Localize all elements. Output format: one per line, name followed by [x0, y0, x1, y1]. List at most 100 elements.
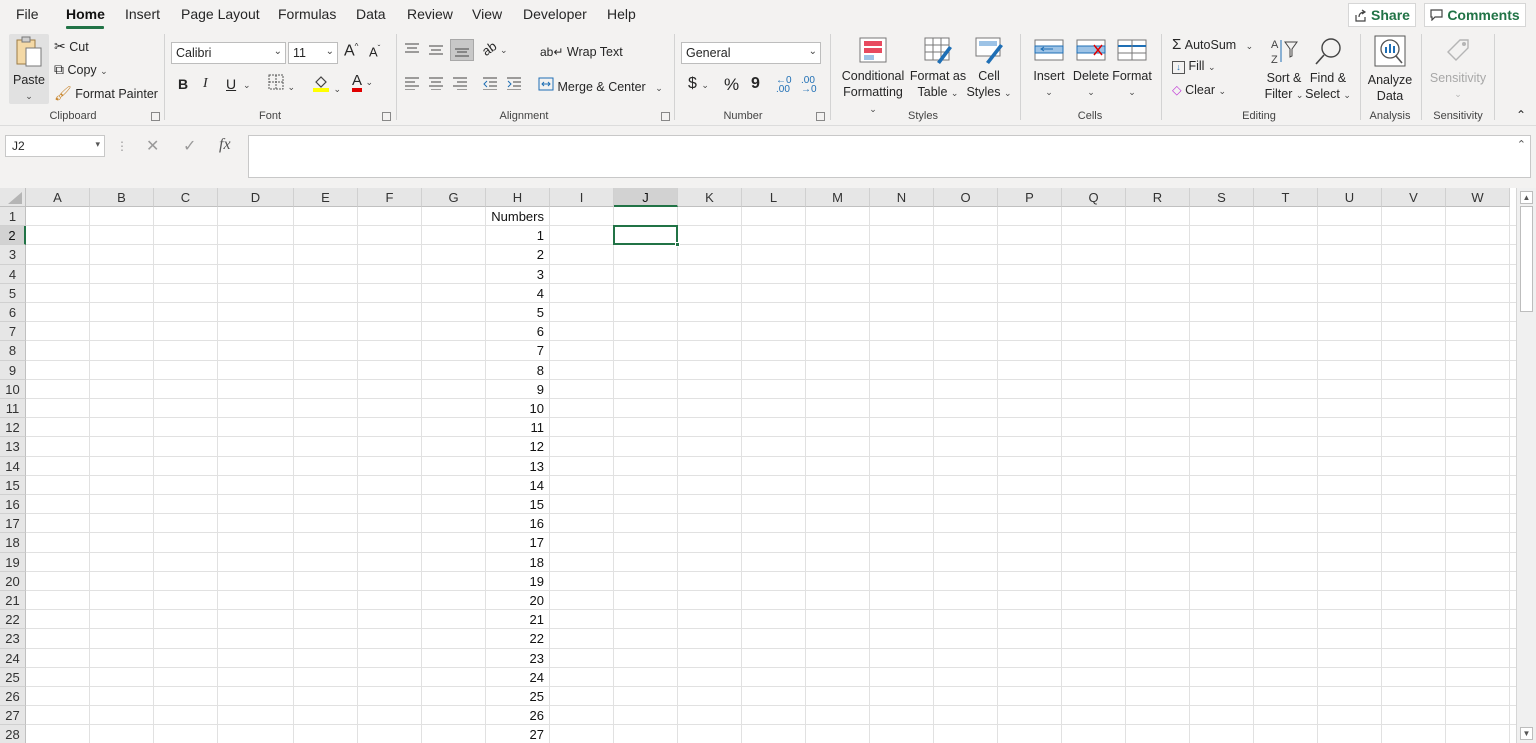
share-button[interactable]: Share [1348, 3, 1416, 27]
column-header-b[interactable]: B [90, 188, 154, 207]
cell-styles-button[interactable]: Cell Styles ⌄ [966, 36, 1012, 101]
row-header-2[interactable]: 2 [0, 226, 26, 245]
row-header-10[interactable]: 10 [0, 380, 26, 399]
column-header-f[interactable]: F [358, 188, 422, 207]
analyze-data-button[interactable]: Analyze Data [1366, 34, 1414, 104]
cell-h12[interactable]: 11 [486, 420, 544, 435]
column-header-n[interactable]: N [870, 188, 934, 207]
row-header-7[interactable]: 7 [0, 322, 26, 341]
row-header-28[interactable]: 28 [0, 725, 26, 743]
conditional-formatting-button[interactable]: Conditional Formatting ⌄ [838, 36, 908, 117]
tab-page-layout[interactable]: Page Layout [181, 6, 260, 22]
row-header-9[interactable]: 9 [0, 361, 26, 380]
align-right-button[interactable] [452, 76, 468, 93]
name-box[interactable]: J2▾ [5, 135, 105, 157]
column-header-g[interactable]: G [422, 188, 486, 207]
font-color-button[interactable]: A ⌄ [352, 73, 373, 92]
row-header-27[interactable]: 27 [0, 706, 26, 725]
decrease-indent-button[interactable] [482, 76, 498, 93]
cell-h7[interactable]: 6 [486, 324, 544, 339]
cut-button[interactable]: ✂ Cut [54, 38, 89, 55]
comma-style-button[interactable]: 9 [751, 75, 760, 93]
tab-home[interactable]: Home [66, 6, 105, 22]
cell-h13[interactable]: 12 [486, 439, 544, 454]
increase-font-button[interactable]: A^ [344, 42, 358, 60]
decrease-decimal-button[interactable]: .00→0 [801, 76, 817, 94]
insert-function-icon[interactable]: fx [219, 136, 231, 154]
row-header-24[interactable]: 24 [0, 649, 26, 668]
row-header-16[interactable]: 16 [0, 495, 26, 514]
tab-insert[interactable]: Insert [125, 6, 160, 22]
cell-h24[interactable]: 23 [486, 651, 544, 666]
tab-developer[interactable]: Developer [523, 6, 587, 22]
row-header-3[interactable]: 3 [0, 245, 26, 264]
sensitivity-button[interactable]: Sensitivity ⌄ [1428, 34, 1488, 102]
row-header-11[interactable]: 11 [0, 399, 26, 418]
row-header-22[interactable]: 22 [0, 610, 26, 629]
cell-h9[interactable]: 8 [486, 363, 544, 378]
autosum-button[interactable]: Σ AutoSum ⌄ [1172, 36, 1253, 53]
cell-h21[interactable]: 20 [486, 593, 544, 608]
cell-h20[interactable]: 19 [486, 574, 544, 589]
column-header-u[interactable]: U [1318, 188, 1382, 207]
formula-input[interactable]: ⌃ [248, 135, 1531, 178]
cell-h1[interactable]: Numbers [486, 209, 544, 224]
cell-h26[interactable]: 25 [486, 689, 544, 704]
insert-cells-button[interactable]: Insert ⌄ [1028, 36, 1070, 100]
column-header-i[interactable]: I [550, 188, 614, 207]
row-header-18[interactable]: 18 [0, 533, 26, 552]
cell-h10[interactable]: 9 [486, 382, 544, 397]
cell-h28[interactable]: 27 [486, 727, 544, 742]
scroll-up-icon[interactable]: ▲ [1520, 191, 1533, 204]
cell-h3[interactable]: 2 [486, 247, 544, 262]
percent-style-button[interactable]: % [724, 75, 739, 95]
cancel-icon[interactable]: ✕ [146, 136, 159, 156]
tab-view[interactable]: View [472, 6, 502, 22]
row-header-17[interactable]: 17 [0, 514, 26, 533]
number-format-select[interactable]: General⌄ [681, 42, 821, 64]
column-header-k[interactable]: K [678, 188, 742, 207]
row-header-25[interactable]: 25 [0, 668, 26, 687]
fill-button[interactable]: ↓ Fill ⌄ [1172, 59, 1215, 74]
cell-h25[interactable]: 24 [486, 670, 544, 685]
number-launcher-icon[interactable] [816, 112, 825, 121]
chevron-down-icon[interactable]: ⌄ [243, 77, 251, 91]
expand-formula-bar-icon[interactable]: ⌃ [1517, 138, 1526, 151]
column-header-w[interactable]: W [1446, 188, 1510, 207]
italic-button[interactable]: I [203, 76, 208, 92]
format-painter-button[interactable]: 🖌 Format Painter [54, 85, 158, 102]
row-header-1[interactable]: 1 [0, 207, 26, 226]
cell-h2[interactable]: 1 [486, 228, 544, 243]
cell-h6[interactable]: 5 [486, 305, 544, 320]
fill-color-button[interactable]: ⌄ [312, 74, 341, 95]
collapse-ribbon-icon[interactable]: ⌃ [1516, 108, 1526, 122]
delete-cells-button[interactable]: Delete ⌄ [1070, 36, 1112, 100]
cell-h18[interactable]: 17 [486, 535, 544, 550]
decrease-font-button[interactable]: Aˇ [369, 44, 380, 59]
tab-help[interactable]: Help [607, 6, 636, 22]
column-header-q[interactable]: Q [1062, 188, 1126, 207]
cell-h17[interactable]: 16 [486, 516, 544, 531]
wrap-text-button[interactable]: ab↵ Wrap Text [540, 45, 623, 59]
column-header-p[interactable]: P [998, 188, 1062, 207]
column-header-j[interactable]: J [614, 188, 678, 207]
scroll-thumb[interactable] [1520, 206, 1533, 312]
row-header-6[interactable]: 6 [0, 303, 26, 322]
row-header-14[interactable]: 14 [0, 457, 26, 476]
cell-h27[interactable]: 26 [486, 708, 544, 723]
worksheet-grid[interactable]: ABCDEFGHIJKLMNOPQRSTUVW12345678910111213… [0, 188, 1516, 743]
comments-button[interactable]: Comments [1424, 3, 1526, 27]
font-name-select[interactable]: Calibri⌄ [171, 42, 286, 64]
column-header-t[interactable]: T [1254, 188, 1318, 207]
merge-center-button[interactable]: Merge & Center ⌄ [538, 77, 663, 94]
cell-h23[interactable]: 22 [486, 631, 544, 646]
column-header-h[interactable]: H [486, 188, 550, 207]
tab-formulas[interactable]: Formulas [278, 6, 336, 22]
cell-h16[interactable]: 15 [486, 497, 544, 512]
accounting-format-button[interactable]: $ ⌄ [688, 75, 709, 93]
row-header-21[interactable]: 21 [0, 591, 26, 610]
column-header-v[interactable]: V [1382, 188, 1446, 207]
tab-file[interactable]: File [16, 6, 39, 22]
font-launcher-icon[interactable] [382, 112, 391, 121]
column-header-e[interactable]: E [294, 188, 358, 207]
